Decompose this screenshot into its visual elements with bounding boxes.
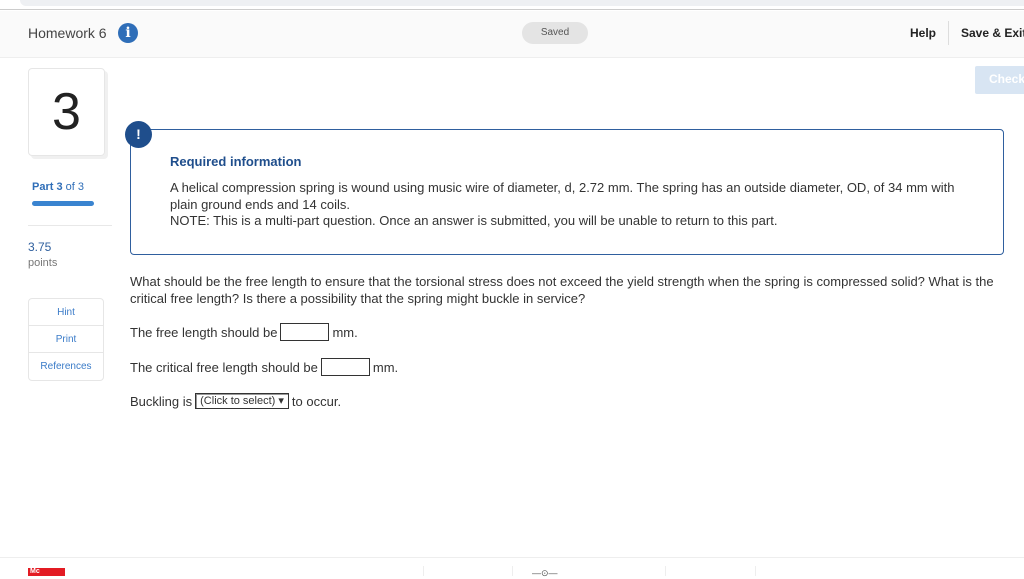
check-button[interactable]: Check [975,66,1024,94]
hint-button[interactable]: Hint [29,299,103,326]
buckling-suffix: to occur. [291,393,342,409]
critical-length-row: The critical free length should be mm. [130,358,398,376]
problem-statement: A helical compression spring is wound us… [170,180,955,212]
part-label: Part [32,181,54,193]
question-number: 3 [28,68,105,156]
free-length-row: The free length should be mm. [130,323,358,341]
critical-length-label: The critical free length should be [130,359,318,375]
unit-label: mm. [332,324,358,340]
exclamation-icon: ! [125,121,152,148]
buckling-row: Buckling is (Click to select) ▾ to occur… [130,393,341,409]
info-icon[interactable]: i [118,23,138,43]
divider [948,21,949,45]
browser-strip [0,0,1024,10]
references-button[interactable]: References [29,353,103,380]
saved-status-badge: Saved [522,22,588,44]
note-text: NOTE: This is a multi-part question. Onc… [170,213,778,228]
required-info-title: Required information [170,154,302,169]
free-length-label: The free length should be [130,324,278,340]
free-length-input[interactable] [280,323,330,341]
footer: Mc —⊙— [0,557,1024,578]
tools-panel: Hint Print References [28,298,104,381]
navigation-icon[interactable]: —⊙— [532,568,558,579]
dropdown-arrow-icon: ▾ [278,395,284,407]
buckling-label: Buckling is [130,393,193,409]
question-prompt: What should be the free length to ensure… [130,274,994,306]
part-indicator: Part 3 of 3 [32,181,84,193]
required-info-text: A helical compression spring is wound us… [170,180,980,230]
points-label: points [28,257,58,269]
header: Homework 6 i Saved Help Save & Exit [0,11,1024,58]
select-value: (Click to select) [200,395,276,407]
save-exit-button[interactable]: Save & Exit [961,26,1024,40]
part-progress-bar [32,201,94,206]
points-value: 3.75 [28,240,52,254]
unit-label: mm. [372,359,399,375]
buckling-select[interactable]: (Click to select) ▾ [195,393,289,409]
assignment-title: Homework 6 [28,25,107,41]
part-current: 3 [56,181,63,193]
critical-length-input[interactable] [320,358,370,376]
help-link[interactable]: Help [910,26,936,40]
print-button[interactable]: Print [29,326,103,353]
divider [28,225,112,226]
part-of: of 3 [65,181,85,193]
